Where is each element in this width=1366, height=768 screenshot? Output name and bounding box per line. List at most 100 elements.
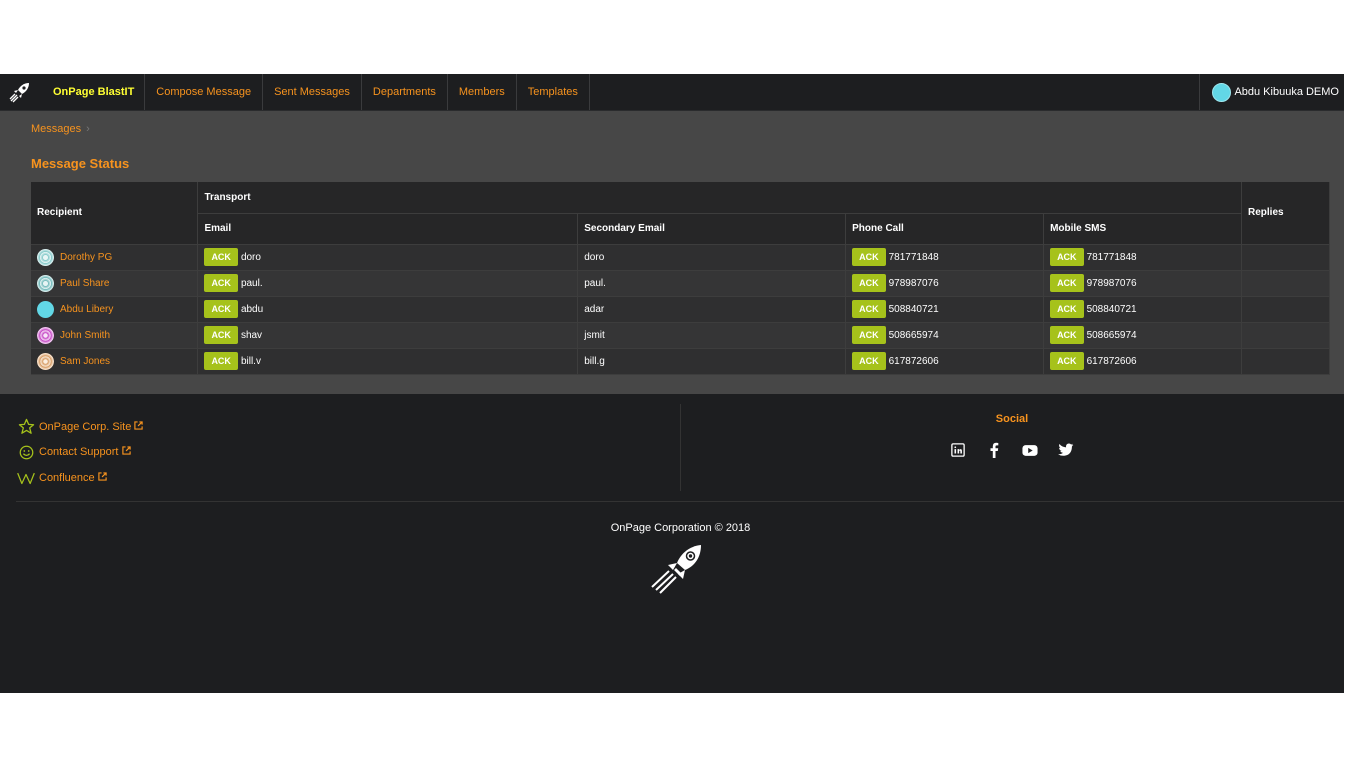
- top-navbar: OnPage BlastIT Compose Message Sent Mess…: [0, 74, 1344, 111]
- header-secondary-email: Secondary Email: [577, 213, 847, 245]
- table-row: Sam Jones ACK bill.v bill.g ACK 617872606 …: [31, 348, 1330, 375]
- header-mobile-sms: Mobile SMS: [1043, 213, 1242, 245]
- phone-value: 508665974: [888, 329, 939, 341]
- social-icons: [680, 442, 1344, 458]
- breadcrumb: Messages ›: [31, 123, 1330, 137]
- external-link-icon: [134, 421, 144, 433]
- replies-value: [1241, 296, 1330, 323]
- replies-value: [1241, 322, 1330, 349]
- email-value: doro: [240, 251, 261, 263]
- page-title: Message Status: [31, 156, 130, 171]
- social-title: Social: [995, 413, 1029, 425]
- wikipedia-icon: [17, 469, 35, 487]
- recipient-name[interactable]: John Smith: [60, 330, 110, 341]
- youtube-icon[interactable]: [1022, 442, 1038, 458]
- recipient-avatar: [37, 300, 54, 318]
- nav-members[interactable]: Members: [448, 74, 517, 110]
- user-menu[interactable]: Abdu Kibuuka DEMO: [1199, 74, 1344, 110]
- linkedin-icon[interactable]: [950, 442, 966, 458]
- main-content: Messages › Message Status Recipient Trans…: [0, 111, 1344, 394]
- secondary-email-value: adar: [577, 296, 847, 323]
- table-row: Dorothy PG ACK doro doro ACK 781771848 ACK…: [31, 244, 1330, 271]
- footer-link-label: OnPage Corp. Site: [39, 420, 132, 433]
- breadcrumb-messages[interactable]: Messages: [31, 123, 81, 135]
- recipient-avatar: [37, 352, 54, 370]
- header-email: Email: [197, 213, 579, 245]
- secondary-email-value: jsmit: [577, 322, 847, 349]
- breadcrumb-separator: ›: [86, 123, 90, 135]
- sms-value: 781771848: [1086, 251, 1137, 263]
- ack-badge: ACK: [852, 352, 886, 370]
- email-value: shav: [240, 329, 263, 341]
- ack-badge: ACK: [852, 326, 886, 344]
- footer-link-label: Contact Support: [39, 446, 119, 459]
- rocket-logo-icon: [650, 544, 704, 597]
- footer: OnPage Corp. Site Contact Support Conflu: [0, 394, 1344, 692]
- ack-badge: ACK: [852, 300, 886, 318]
- header-phone-call: Phone Call: [845, 213, 1045, 245]
- email-value: paul.: [240, 277, 263, 289]
- nav-departments[interactable]: Departments: [362, 74, 448, 110]
- phone-value: 978987076: [888, 277, 939, 289]
- phone-value: 781771848: [888, 251, 939, 263]
- smiley-icon: [17, 443, 35, 461]
- footer-link-contact-support[interactable]: Contact Support: [17, 440, 143, 466]
- user-name: Abdu Kibuuka DEMO: [1234, 86, 1339, 98]
- sms-value: 617872606: [1086, 355, 1137, 367]
- ack-badge: ACK: [1050, 326, 1084, 344]
- facebook-icon[interactable]: [986, 442, 1002, 458]
- recipient-avatar: [37, 274, 54, 292]
- table-row: Abdu Libery ACK abdu adar ACK 508840721 AC…: [31, 296, 1330, 323]
- twitter-icon[interactable]: [1058, 442, 1074, 458]
- ack-badge: ACK: [1050, 352, 1084, 370]
- header-recipient: Recipient: [31, 182, 199, 245]
- secondary-email-value: paul.: [577, 270, 847, 297]
- replies-value: [1241, 348, 1330, 375]
- ack-badge: ACK: [204, 274, 238, 292]
- footer-link-label: Confluence: [39, 471, 95, 484]
- nav-sent-messages[interactable]: Sent Messages: [263, 74, 362, 110]
- table-row: Paul Share ACK paul. paul. ACK 978987076 A…: [31, 270, 1330, 297]
- nav-templates[interactable]: Templates: [517, 74, 590, 110]
- recipient-avatar: [37, 326, 54, 344]
- ack-badge: ACK: [1050, 248, 1084, 266]
- star-icon: [17, 418, 35, 436]
- copyright: OnPage Corporation © 2018: [610, 522, 751, 534]
- brand-name[interactable]: OnPage BlastIT: [40, 74, 146, 110]
- header-replies: Replies: [1241, 182, 1330, 245]
- social-section: Social: [680, 413, 1344, 458]
- phone-value: 617872606: [888, 355, 939, 367]
- rocket-logo-icon[interactable]: [0, 74, 40, 110]
- external-link-icon: [121, 446, 131, 458]
- ack-badge: ACK: [204, 300, 238, 318]
- footer-link-confluence[interactable]: Confluence: [17, 465, 143, 491]
- recipient-name[interactable]: Paul Share: [60, 278, 109, 289]
- user-avatar: [1212, 82, 1232, 102]
- nav-compose-message[interactable]: Compose Message: [145, 74, 264, 110]
- external-link-icon: [97, 472, 107, 484]
- email-value: abdu: [240, 303, 264, 315]
- phone-value: 508840721: [888, 303, 939, 315]
- secondary-email-value: bill.g: [577, 348, 847, 375]
- footer-separator: [16, 501, 1344, 502]
- sms-value: 978987076: [1086, 277, 1137, 289]
- footer-links: OnPage Corp. Site Contact Support Conflu: [17, 414, 144, 491]
- header-transport: Transport: [197, 182, 1242, 214]
- footer-link-corp-site[interactable]: OnPage Corp. Site: [17, 414, 144, 440]
- email-value: bill.v: [240, 355, 261, 367]
- ack-badge: ACK: [204, 248, 238, 266]
- app-window: OnPage BlastIT Compose Message Sent Mess…: [0, 74, 1344, 693]
- ack-badge: ACK: [1050, 300, 1084, 318]
- sms-value: 508840721: [1086, 303, 1137, 315]
- ack-badge: ACK: [204, 326, 238, 344]
- ack-badge: ACK: [1050, 274, 1084, 292]
- replies-value: [1241, 270, 1330, 297]
- recipient-name[interactable]: Abdu Libery: [60, 304, 113, 315]
- recipient-name[interactable]: Dorothy PG: [60, 252, 112, 263]
- sms-value: 508665974: [1086, 329, 1137, 341]
- ack-badge: ACK: [852, 248, 886, 266]
- message-status-table: Recipient Transport Replies Email Second…: [31, 182, 1330, 375]
- table-row: John Smith ACK shav jsmit ACK 508665974 AC…: [31, 322, 1330, 349]
- recipient-name[interactable]: Sam Jones: [60, 356, 110, 367]
